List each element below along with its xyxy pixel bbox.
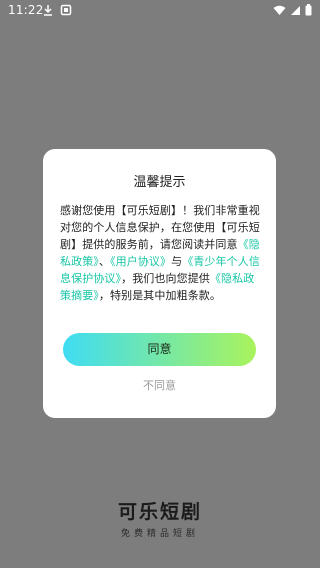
dialog-text: 与 <box>171 255 183 268</box>
brand: 可乐短剧 免费精品短剧 <box>0 497 320 539</box>
dialog-text: 感谢您使用【可乐短剧】！我们非常重视对您的个人信息保护，在您使用【可乐短剧】提供… <box>60 204 260 251</box>
notification-icon <box>60 4 72 16</box>
privacy-dialog: 温馨提示 感谢您使用【可乐短剧】！我们非常重视对您的个人信息保护，在您使用【可乐… <box>43 149 276 418</box>
dialog-body: 感谢您使用【可乐短剧】！我们非常重视对您的个人信息保护，在您使用【可乐短剧】提供… <box>60 202 261 304</box>
disagree-button[interactable]: 不同意 <box>43 377 276 393</box>
wifi-icon <box>273 5 286 15</box>
dialog-text: 、 <box>98 255 111 268</box>
app-logo: 可乐短剧 <box>117 501 202 523</box>
download-icon <box>44 5 52 16</box>
dialog-text: ，特别是其中加粗条款。 <box>98 289 222 302</box>
status-time: 11:22 <box>8 3 44 17</box>
policy-link[interactable]: 《用户协议》 <box>110 255 171 268</box>
agree-button[interactable]: 同意 <box>63 333 256 366</box>
dialog-text: ，我们也向您提供 <box>121 272 210 285</box>
dialog-title: 温馨提示 <box>133 175 186 190</box>
status-bar: 11:22 <box>0 0 320 22</box>
signal-icon <box>291 5 300 15</box>
battery-icon <box>305 4 312 16</box>
app-slogan: 免费精品短剧 <box>120 529 199 539</box>
